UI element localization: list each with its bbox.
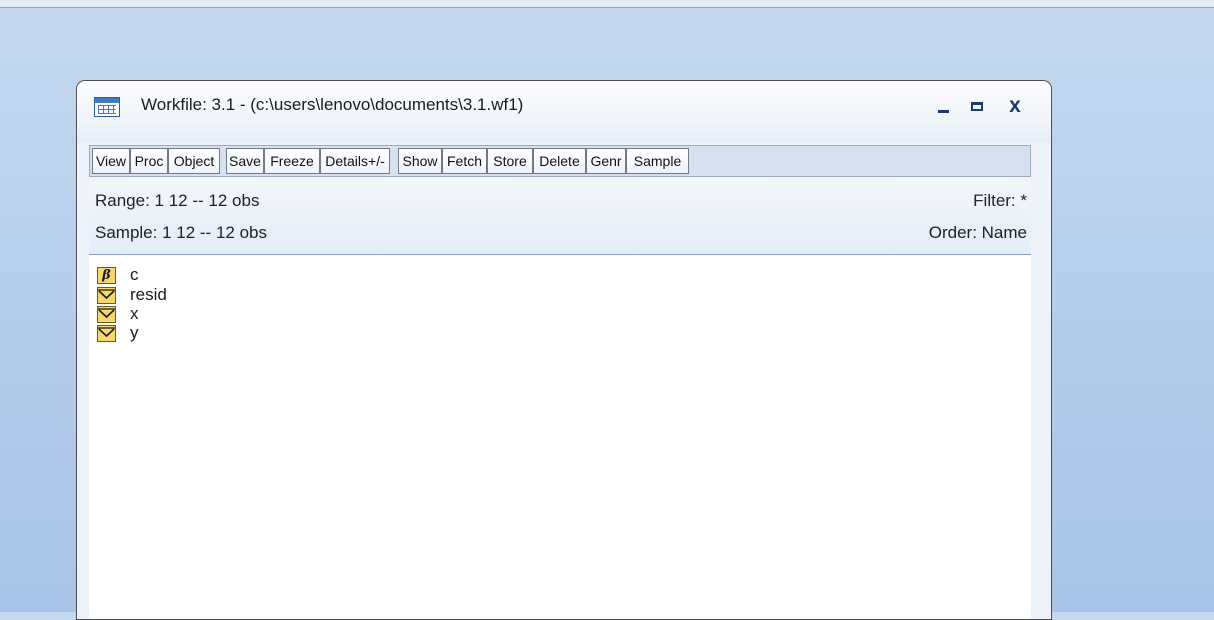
freeze-button[interactable]: Freeze — [264, 148, 320, 174]
minimize-button[interactable] — [929, 93, 957, 119]
show-button[interactable]: Show — [398, 148, 442, 174]
sample-label[interactable]: Sample: 1 12 -- 12 obs — [95, 223, 267, 243]
proc-button[interactable]: Proc — [130, 148, 168, 174]
object-name: y — [130, 323, 139, 342]
object-item-x[interactable]: x — [97, 304, 139, 324]
fetch-button[interactable]: Fetch — [442, 148, 487, 174]
object-item-c[interactable]: β c — [97, 265, 139, 285]
details-toggle-button[interactable]: Details+/- — [320, 148, 390, 174]
window-titlebar[interactable]: Workfile: 3.1 - (c:\users\lenovo\documen… — [77, 81, 1051, 143]
maximize-button[interactable] — [963, 93, 991, 119]
filter-label[interactable]: Filter: * — [973, 191, 1027, 211]
window-title: Workfile: 3.1 - (c:\users\lenovo\documen… — [141, 95, 524, 114]
series-icon — [97, 286, 116, 304]
close-button[interactable]: x — [1001, 93, 1029, 119]
maximize-icon — [971, 101, 983, 111]
workfile-toolbar: View Proc Object Save Freeze Details+/- … — [89, 145, 1031, 177]
object-name: resid — [130, 285, 167, 304]
series-icon — [97, 305, 116, 323]
object-name: x — [130, 304, 139, 323]
object-name: c — [130, 265, 139, 284]
range-label[interactable]: Range: 1 12 -- 12 obs — [95, 191, 259, 211]
desktop-top-edge — [0, 0, 1214, 8]
order-label[interactable]: Order: Name — [929, 223, 1027, 243]
object-item-resid[interactable]: resid — [97, 285, 167, 305]
save-button[interactable]: Save — [226, 148, 264, 174]
workfile-window: Workfile: 3.1 - (c:\users\lenovo\documen… — [76, 80, 1052, 620]
delete-button[interactable]: Delete — [533, 148, 586, 174]
series-icon — [97, 324, 116, 342]
workfile-info-panel: Range: 1 12 -- 12 obs Sample: 1 12 -- 12… — [89, 177, 1031, 255]
coefficient-icon: β — [97, 266, 116, 284]
view-button[interactable]: View — [92, 148, 130, 174]
workfile-icon — [94, 97, 120, 117]
minimize-icon — [937, 109, 949, 113]
store-button[interactable]: Store — [487, 148, 533, 174]
object-button[interactable]: Object — [168, 148, 220, 174]
genr-button[interactable]: Genr — [586, 148, 626, 174]
sample-button[interactable]: Sample — [626, 148, 689, 174]
workfile-object-list: β c resid x y — [89, 255, 1031, 619]
object-item-y[interactable]: y — [97, 323, 139, 343]
